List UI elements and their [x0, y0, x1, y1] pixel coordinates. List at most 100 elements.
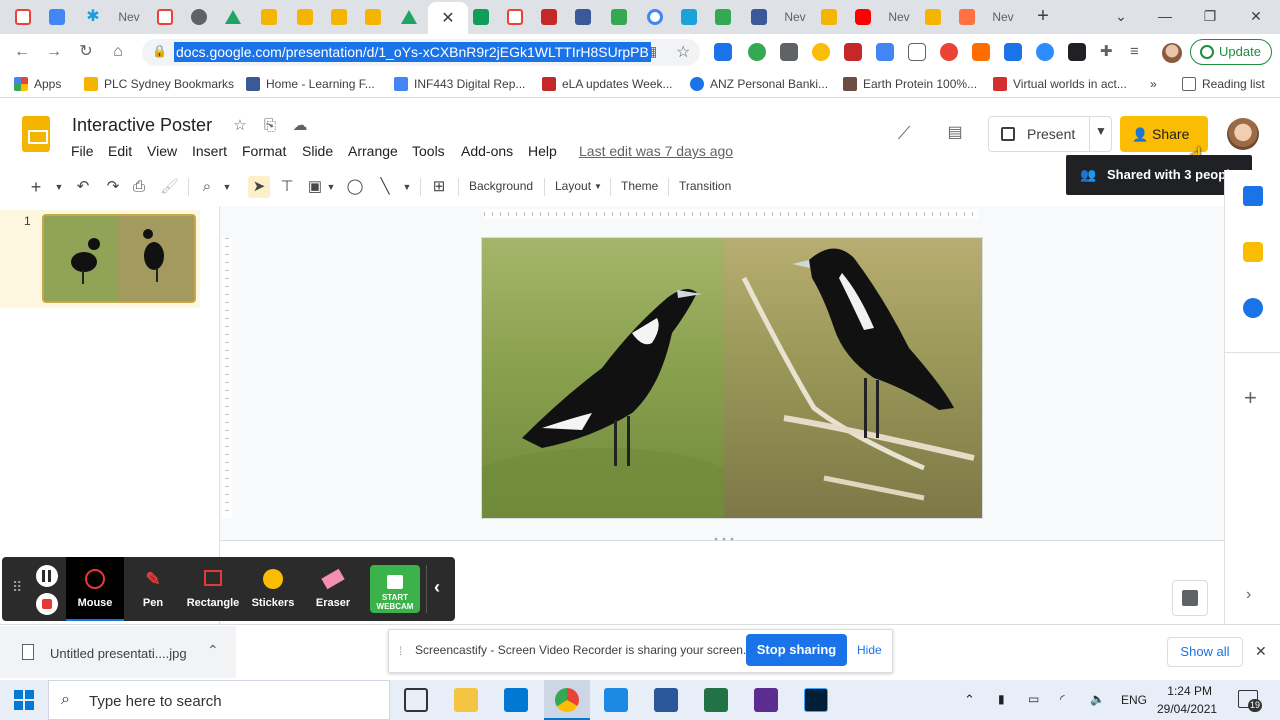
- shape-icon[interactable]: ◯: [346, 176, 364, 198]
- zoom-icon[interactable]: ⌕: [198, 176, 216, 198]
- chevron-up-icon[interactable]: ⌃: [207, 642, 219, 659]
- tab-gmail-2[interactable]: [148, 4, 182, 30]
- reading-list[interactable]: Reading list: [1182, 76, 1265, 92]
- bookmark-star-icon[interactable]: ☆: [676, 42, 690, 62]
- extension-icon[interactable]: [972, 43, 990, 61]
- language-indicator[interactable]: ENG: [1121, 693, 1147, 707]
- vertical-ruler[interactable]: [222, 238, 232, 518]
- print-icon[interactable]: ⎙: [130, 176, 148, 198]
- tab-docs[interactable]: [40, 4, 74, 30]
- line-dropdown-icon[interactable]: ▼: [402, 176, 412, 198]
- extension-icon[interactable]: [780, 43, 798, 61]
- tab-youtube[interactable]: [846, 4, 880, 30]
- tab-app-4[interactable]: [672, 4, 706, 30]
- tab-app-1[interactable]: [532, 4, 566, 30]
- extension-icon[interactable]: [908, 43, 926, 61]
- stop-recording-icon[interactable]: [36, 593, 58, 615]
- bookmarks-overflow[interactable]: »: [1150, 76, 1157, 92]
- background-button[interactable]: Background: [469, 179, 533, 193]
- move-folder-icon[interactable]: ⎘: [261, 117, 279, 135]
- select-tool-icon[interactable]: ➤: [248, 176, 270, 198]
- star-icon[interactable]: ☆: [231, 117, 249, 135]
- screencastify-eraser-tool[interactable]: Eraser: [304, 557, 362, 621]
- slide-canvas[interactable]: [482, 238, 982, 518]
- tab-new-3[interactable]: Nev: [882, 4, 916, 30]
- slides-logo-icon[interactable]: [22, 116, 50, 152]
- tab-app-5[interactable]: [706, 4, 740, 30]
- screencastify-stickers-tool[interactable]: Stickers: [244, 557, 302, 621]
- collapse-chevron-icon[interactable]: ‹: [434, 577, 440, 598]
- menu-slide[interactable]: Slide: [302, 143, 333, 159]
- extension-new-icon[interactable]: [714, 43, 732, 61]
- pause-icon[interactable]: [36, 565, 58, 587]
- extension-icon[interactable]: [1004, 43, 1022, 61]
- usb-icon[interactable]: ▮: [998, 692, 1005, 706]
- bookmark-earth-protein[interactable]: Earth Protein 100%...: [843, 76, 977, 92]
- extension-grid-icon[interactable]: [1068, 43, 1086, 61]
- show-all-button[interactable]: Show all: [1167, 637, 1243, 667]
- horizontal-ruler[interactable]: [484, 209, 978, 219]
- tab-slides-5[interactable]: [812, 4, 846, 30]
- task-view-icon[interactable]: [404, 688, 428, 712]
- tab-snowflake[interactable]: ✱: [76, 4, 110, 30]
- store-icon[interactable]: [504, 688, 528, 712]
- tray-overflow-icon[interactable]: ⌃: [964, 692, 975, 708]
- extension-grammarly-icon[interactable]: [748, 43, 766, 61]
- present-dropdown-icon[interactable]: ▼: [1095, 124, 1107, 138]
- insert-image-icon[interactable]: ▣: [306, 176, 324, 198]
- url-text[interactable]: docs.google.com/presentation/d/1_oYs-xCX…: [174, 42, 651, 62]
- comments-icon[interactable]: ▤: [946, 124, 964, 142]
- window-close-icon[interactable]: ✕: [1246, 6, 1266, 26]
- paint-format-icon[interactable]: 🖌: [160, 176, 179, 198]
- tab-slides-4[interactable]: [356, 4, 390, 30]
- add-comment-icon[interactable]: ⊞: [430, 176, 448, 198]
- clock-time[interactable]: 1:24 PM: [1166, 684, 1212, 698]
- hide-button[interactable]: Hide: [857, 643, 882, 657]
- extension-icon[interactable]: [812, 43, 830, 61]
- word-icon[interactable]: [654, 688, 678, 712]
- theme-button[interactable]: Theme: [621, 179, 658, 193]
- minimize-icon[interactable]: —: [1155, 6, 1175, 26]
- slide-thumbnail[interactable]: [42, 214, 196, 303]
- reload-icon[interactable]: ↻: [76, 42, 96, 62]
- photos-icon[interactable]: [604, 688, 628, 712]
- drag-handle-icon[interactable]: ⁞: [399, 644, 402, 658]
- tab-gmail[interactable]: [6, 4, 40, 30]
- app-taskbar-icon[interactable]: [754, 688, 778, 712]
- extensions-puzzle-icon[interactable]: ✚: [1100, 43, 1118, 61]
- tab-new-1[interactable]: Nev: [112, 4, 146, 30]
- menu-addons[interactable]: Add-ons: [461, 143, 513, 159]
- transition-button[interactable]: Transition: [679, 179, 731, 193]
- file-explorer-icon[interactable]: [454, 688, 478, 712]
- tab-app-2[interactable]: [566, 4, 600, 30]
- bookmark-plc[interactable]: PLC Sydney Bookmarks: [84, 76, 234, 92]
- undo-icon[interactable]: ↶: [74, 176, 92, 198]
- menu-file[interactable]: File: [71, 143, 94, 159]
- document-title[interactable]: Interactive Poster: [72, 115, 212, 136]
- magpie-photo-right[interactable]: [724, 238, 982, 518]
- tab-app-3[interactable]: [602, 4, 636, 30]
- bookmark-ela[interactable]: eLA updates Week...: [542, 76, 673, 92]
- menu-tools[interactable]: Tools: [412, 143, 445, 159]
- side-panel-toggle-icon[interactable]: ›: [1246, 586, 1251, 604]
- download-item[interactable]: Untitled presentati....jpg ⌃: [0, 626, 236, 678]
- profile-avatar[interactable]: [1162, 43, 1182, 63]
- tab-drive-2[interactable]: [392, 4, 426, 30]
- bookmark-inf443[interactable]: INF443 Digital Rep...: [394, 76, 525, 92]
- explore-button[interactable]: [1172, 580, 1208, 616]
- tab-new-2[interactable]: Nev: [778, 4, 812, 30]
- chrome-taskbar-item[interactable]: [544, 680, 590, 720]
- volume-icon[interactable]: 🔈: [1090, 692, 1105, 706]
- battery-icon[interactable]: ▭: [1028, 692, 1039, 706]
- tasks-icon[interactable]: [1243, 298, 1263, 318]
- restore-icon[interactable]: ❐: [1200, 6, 1220, 26]
- add-addon-icon[interactable]: +: [1244, 385, 1257, 411]
- extension-plc-icon[interactable]: [844, 43, 862, 61]
- close-icon[interactable]: ✕: [441, 8, 454, 28]
- menu-help[interactable]: Help: [528, 143, 557, 159]
- calendar-icon[interactable]: [1243, 186, 1263, 206]
- account-avatar[interactable]: [1227, 118, 1259, 150]
- tab-globe[interactable]: [182, 4, 216, 30]
- taskbar-search-box[interactable]: ⌕ Type here to search: [48, 680, 390, 720]
- clock-date[interactable]: 29/04/2021: [1157, 702, 1217, 716]
